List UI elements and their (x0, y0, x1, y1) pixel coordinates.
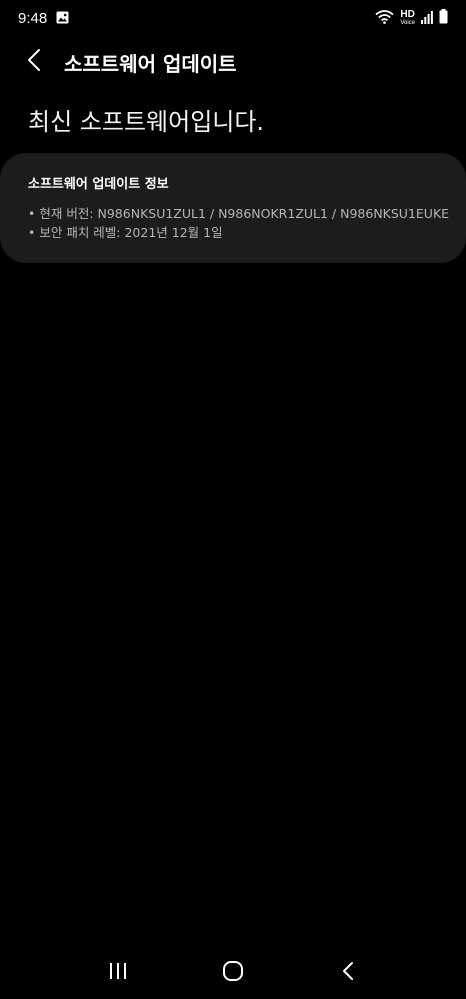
image-icon (56, 9, 69, 28)
security-patch-line: • 보안 패치 레벨: 2021년 12월 1일 (28, 225, 223, 240)
back-icon (342, 961, 354, 985)
status-time: 9:48 (18, 9, 48, 27)
status-headline: 최신 소프트웨어입니다. (28, 108, 265, 136)
navigation-bar (0, 947, 466, 999)
signal-icon (421, 9, 433, 28)
battery-icon (439, 8, 448, 28)
recent-apps-button[interactable] (88, 951, 148, 995)
hd-voice-indicator: HD Voice (400, 9, 415, 27)
current-version-line: • 현재 버전: N986NKSU1ZUL1 / N986NOKR1ZUL1 /… (28, 206, 450, 221)
home-icon (222, 960, 244, 986)
status-right: HD Voice (375, 8, 448, 28)
status-left: 9:48 (18, 9, 69, 28)
update-info-card: 소프트웨어 업데이트 정보 • 현재 버전: N986NKSU1ZUL1 / N… (0, 153, 466, 263)
back-button[interactable] (12, 40, 56, 84)
voice-label: Voice (400, 20, 415, 26)
status-bar: 9:48 HD Voice (0, 0, 466, 36)
header: 소프트웨어 업데이트 (0, 40, 466, 84)
home-button[interactable] (203, 951, 263, 995)
back-nav-button[interactable] (318, 951, 378, 995)
chevron-left-icon (27, 48, 41, 76)
hd-label: HD (400, 9, 415, 20)
recent-apps-icon (108, 962, 128, 984)
wifi-icon (375, 9, 394, 28)
card-title: 소프트웨어 업데이트 정보 (28, 177, 169, 192)
page-title: 소프트웨어 업데이트 (64, 51, 237, 76)
